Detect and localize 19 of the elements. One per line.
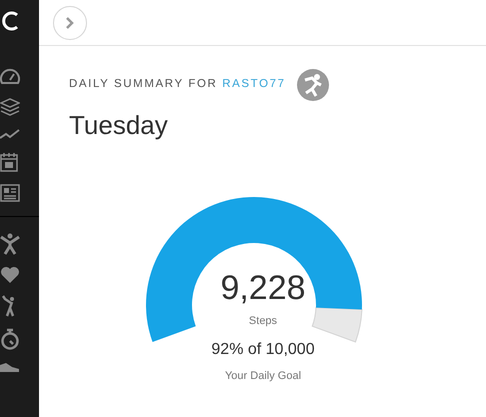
person-icon[interactable] [0, 233, 20, 255]
gauge-remaining-arc [312, 307, 362, 342]
steps-count: 9,228 [220, 271, 306, 305]
expand-button[interactable] [53, 6, 87, 40]
calendar-icon[interactable] [0, 152, 18, 172]
logo-icon[interactable] [0, 10, 20, 32]
steps-label: Steps [248, 314, 278, 329]
summary-title: DAILY SUMMARY FOR RASTO77 [69, 77, 286, 92]
gauge-icon[interactable] [0, 68, 20, 86]
heart-icon[interactable] [0, 266, 20, 284]
goal-label: Your Daily Goal [224, 368, 302, 384]
trend-line-icon[interactable] [0, 128, 20, 140]
stopwatch-icon[interactable] [0, 328, 20, 350]
newspaper-icon[interactable] [0, 184, 20, 202]
layers-icon[interactable] [0, 98, 20, 116]
runner-avatar-icon[interactable] [296, 68, 330, 102]
shoe-icon[interactable] [0, 361, 20, 373]
chevron-right-icon [66, 16, 74, 28]
day-heading: Tuesday [68, 109, 169, 142]
